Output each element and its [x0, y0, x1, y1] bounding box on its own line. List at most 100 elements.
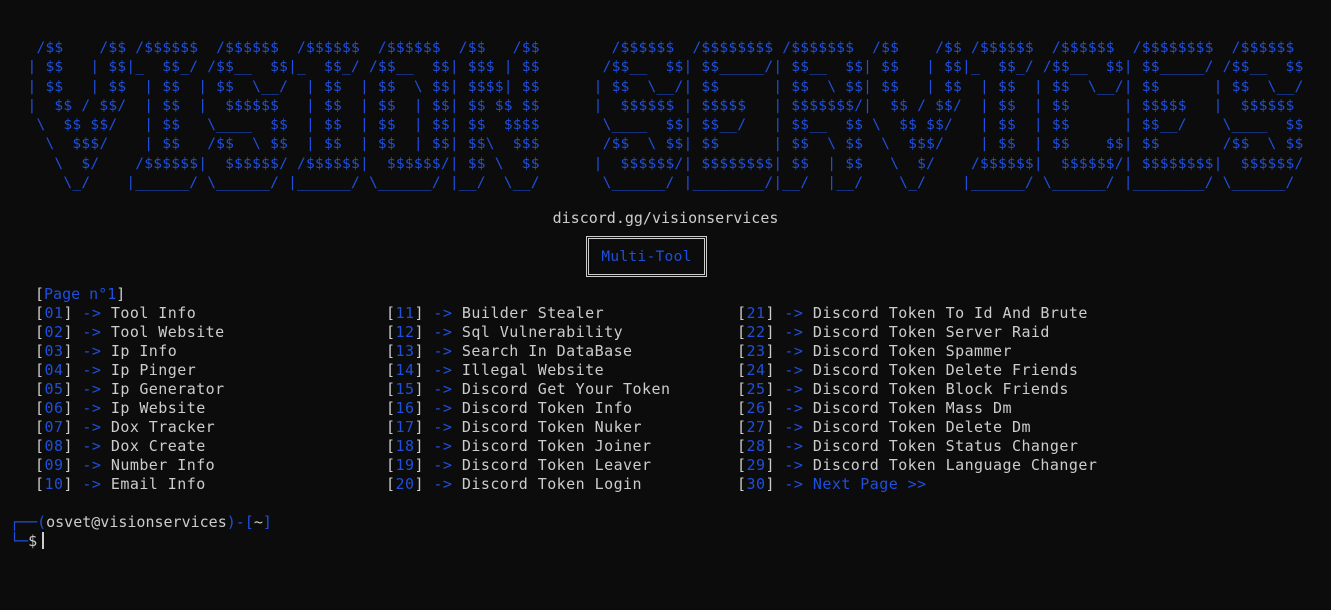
- arrow-icon: ->: [82, 380, 102, 398]
- menu-item-label: Discord Token Block Friends: [812, 380, 1069, 398]
- bracket-close: ]: [63, 342, 83, 360]
- bracket-close: ]: [63, 475, 83, 493]
- menu-item-number: 03: [44, 342, 64, 360]
- menu-item-18[interactable]: [18] -> Discord Token Joiner: [386, 437, 670, 456]
- menu-item-09[interactable]: [09] -> Number Info: [35, 456, 225, 475]
- menu-item-19[interactable]: [19] -> Discord Token Leaver: [386, 456, 670, 475]
- arrow-icon: ->: [82, 475, 102, 493]
- arrow-icon: ->: [784, 437, 804, 455]
- arrow-icon: ->: [433, 456, 453, 474]
- menu-column-1: [01] -> Tool Info [02] -> Tool Website [03…: [35, 304, 225, 494]
- menu-item-05[interactable]: [05] -> Ip Generator: [35, 380, 225, 399]
- bracket-close: ]: [63, 380, 83, 398]
- bracket-close: ]: [63, 399, 83, 417]
- menu-item-label: Dox Tracker: [110, 418, 216, 436]
- bracket-close: ]: [63, 304, 83, 322]
- discord-invite-text: discord.gg/visionservices: [552, 209, 779, 227]
- menu-item-label: Discord Token Login: [461, 475, 643, 493]
- prompt-user-host: osvet@visionservices: [46, 513, 227, 531]
- arrow-icon: ->: [82, 304, 102, 322]
- menu-item-number: 04: [44, 361, 64, 379]
- menu-item-29[interactable]: [29] -> Discord Token Language Changer: [737, 456, 1097, 475]
- arrow-icon: ->: [433, 380, 453, 398]
- bracket-close: ]: [765, 418, 785, 436]
- menu-item-number: 29: [746, 456, 766, 474]
- menu-item-label: Tool Website: [110, 323, 225, 341]
- bracket-close: ]: [63, 323, 83, 341]
- menu-item-26[interactable]: [26] -> Discord Token Mass Dm: [737, 399, 1097, 418]
- arrow-icon: ->: [433, 323, 453, 341]
- ascii-banner: /$$ /$$ /$$$$$$ /$$$$$$ /$$$$$$ /$$$$$$ …: [27, 39, 1304, 192]
- arrow-icon: ->: [784, 456, 804, 474]
- terminal-window: /$$ /$$ /$$$$$$ /$$$$$$ /$$$$$$ /$$$$$$ …: [0, 0, 1331, 610]
- bracket-close: ]: [414, 323, 434, 341]
- menu-item-22[interactable]: [22] -> Discord Token Server Raid: [737, 323, 1097, 342]
- menu-item-28[interactable]: [28] -> Discord Token Status Changer: [737, 437, 1097, 456]
- arrow-icon: ->: [784, 304, 804, 322]
- prompt-line-2[interactable]: └─$: [10, 532, 44, 551]
- menu-item-07[interactable]: [07] -> Dox Tracker: [35, 418, 225, 437]
- menu-item-number: 05: [44, 380, 64, 398]
- bracket-close: ]: [765, 361, 785, 379]
- menu-item-label: Sql Vulnerability: [461, 323, 624, 341]
- menu-item-04[interactable]: [04] -> Ip Pinger: [35, 361, 225, 380]
- menu-item-16[interactable]: [16] -> Discord Token Info: [386, 399, 670, 418]
- menu-item-label: Search In DataBase: [461, 342, 633, 360]
- menu-item-label: Discord Token To Id And Brute: [812, 304, 1088, 322]
- text-cursor[interactable]: [42, 532, 44, 549]
- arrow-icon: ->: [784, 361, 804, 379]
- menu-item-13[interactable]: [13] -> Search In DataBase: [386, 342, 670, 361]
- prompt-corner-top: ┌──: [10, 513, 38, 531]
- menu-item-17[interactable]: [17] -> Discord Token Nuker: [386, 418, 670, 437]
- menu-item-01[interactable]: [01] -> Tool Info: [35, 304, 225, 323]
- bracket-close: ]: [63, 456, 83, 474]
- menu-item-08[interactable]: [08] -> Dox Create: [35, 437, 225, 456]
- menu-item-label: Dox Create: [110, 437, 206, 455]
- menu-item-14[interactable]: [14] -> Illegal Website: [386, 361, 670, 380]
- menu-item-30[interactable]: [30] -> Next Page >>: [737, 475, 1097, 494]
- multi-tool-title: Multi-Tool: [601, 248, 692, 265]
- bracket-close: ]: [414, 304, 434, 322]
- menu-item-label: Discord Token Status Changer: [812, 437, 1079, 455]
- menu-item-number: 26: [746, 399, 766, 417]
- menu-item-20[interactable]: [20] -> Discord Token Login: [386, 475, 670, 494]
- menu-item-23[interactable]: [23] -> Discord Token Spammer: [737, 342, 1097, 361]
- arrow-icon: ->: [433, 361, 453, 379]
- page-label: [Page n°1]: [35, 285, 125, 304]
- menu-item-03[interactable]: [03] -> Ip Info: [35, 342, 225, 361]
- menu-item-24[interactable]: [24] -> Discord Token Delete Friends: [737, 361, 1097, 380]
- bracket-close: ]: [414, 399, 434, 417]
- menu-item-27[interactable]: [27] -> Discord Token Delete Dm: [737, 418, 1097, 437]
- bracket-close: ]: [63, 418, 83, 436]
- arrow-icon: ->: [784, 418, 804, 436]
- bracket-close: ]: [765, 456, 785, 474]
- menu-item-number: 13: [395, 342, 415, 360]
- arrow-icon: ->: [433, 304, 453, 322]
- menu-item-25[interactable]: [25] -> Discord Token Block Friends: [737, 380, 1097, 399]
- menu-item-number: 10: [44, 475, 64, 493]
- menu-item-12[interactable]: [12] -> Sql Vulnerability: [386, 323, 670, 342]
- arrow-icon: ->: [82, 418, 102, 436]
- menu-item-10[interactable]: [10] -> Email Info: [35, 475, 225, 494]
- prompt-cwd: ~: [253, 513, 263, 531]
- arrow-icon: ->: [784, 323, 804, 341]
- menu-item-label: Illegal Website: [461, 361, 605, 379]
- menu-item-number: 14: [395, 361, 415, 379]
- arrow-icon: ->: [433, 399, 453, 417]
- bracket-close: ]: [414, 361, 434, 379]
- arrow-icon: ->: [82, 456, 102, 474]
- bracket-open: [: [35, 285, 45, 303]
- menu-item-11[interactable]: [11] -> Builder Stealer: [386, 304, 670, 323]
- menu-item-label: Discord Token Delete Dm: [812, 418, 1031, 436]
- bracket-close: ]: [414, 475, 434, 493]
- menu-item-label: Discord Token Leaver: [461, 456, 652, 474]
- arrow-icon: ->: [784, 380, 804, 398]
- menu-item-label: Discord Token Joiner: [461, 437, 652, 455]
- menu-item-label: Discord Token Info: [461, 399, 633, 417]
- menu-item-06[interactable]: [06] -> Ip Website: [35, 399, 225, 418]
- menu-item-21[interactable]: [21] -> Discord Token To Id And Brute: [737, 304, 1097, 323]
- menu-item-15[interactable]: [15] -> Discord Get Your Token: [386, 380, 670, 399]
- menu-item-label: Discord Token Spammer: [812, 342, 1012, 360]
- menu-item-number: 06: [44, 399, 64, 417]
- menu-item-02[interactable]: [02] -> Tool Website: [35, 323, 225, 342]
